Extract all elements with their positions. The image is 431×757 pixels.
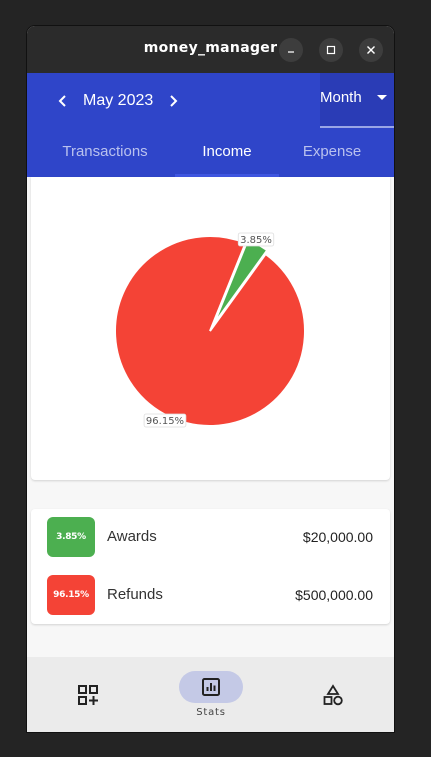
maximize-button[interactable] — [319, 38, 343, 62]
caret-down-icon — [377, 95, 387, 100]
legend-row-awards[interactable]: 3.85% Awards $20,000.00 — [31, 517, 390, 557]
pie-slice-refunds[interactable] — [114, 235, 306, 427]
title-bar: money_manager — [27, 26, 394, 73]
close-button[interactable] — [359, 38, 383, 62]
app-bar: May 2023 Month Transactions Income Expen… — [27, 73, 394, 177]
nav-item-categories[interactable] — [67, 657, 109, 732]
percent-badge: 3.85% — [47, 517, 95, 557]
pie-chart-card: 3.85% 96.15% — [31, 177, 390, 480]
nav-item-shapes[interactable] — [312, 657, 354, 732]
current-month: May 2023 — [83, 92, 154, 109]
maximize-icon — [326, 45, 336, 55]
nav-label-stats: Stats — [196, 707, 226, 718]
period-dropdown[interactable]: Month — [320, 73, 394, 128]
minimize-icon — [288, 51, 294, 53]
percent-badge: 96.15% — [47, 575, 95, 615]
tab-label: Income — [202, 143, 252, 160]
tab-income[interactable]: Income — [175, 133, 279, 177]
pie-label-awards: 3.85% — [237, 232, 275, 247]
tab-label: Expense — [302, 143, 362, 160]
pie-label-refunds: 96.15% — [143, 413, 187, 428]
month-navigator: May 2023 — [55, 88, 181, 114]
chevron-right-icon[interactable] — [165, 93, 181, 109]
category-name: Awards — [107, 528, 157, 545]
tab-transactions[interactable]: Transactions — [45, 133, 165, 177]
category-legend: 3.85% Awards $20,000.00 96.15% Refunds $… — [31, 509, 390, 624]
tab-expense[interactable]: Expense — [289, 133, 375, 177]
nav-item-stats[interactable] — [179, 671, 243, 703]
bottom-navigation: Stats — [27, 657, 394, 732]
category-amount: $20,000.00 — [302, 529, 373, 545]
tab-bar: Transactions Income Expense — [27, 133, 394, 177]
pie-chart: 3.85% 96.15% — [114, 232, 306, 428]
app-window: money_manager May 2023 Month Transaction… — [27, 26, 394, 732]
category-add-icon — [78, 685, 98, 705]
minimize-button[interactable] — [279, 38, 303, 62]
legend-row-refunds[interactable]: 96.15% Refunds $500,000.00 — [31, 575, 390, 615]
shapes-icon — [323, 684, 343, 706]
category-amount: $500,000.00 — [295, 587, 373, 603]
svg-text:3.85%: 3.85% — [240, 235, 272, 246]
period-value: Month — [320, 89, 362, 106]
category-name: Refunds — [107, 586, 163, 603]
svg-text:96.15%: 96.15% — [146, 416, 184, 427]
stats-icon — [202, 678, 220, 696]
tab-label: Transactions — [62, 143, 148, 160]
close-icon — [367, 46, 375, 54]
chevron-left-icon[interactable] — [55, 93, 71, 109]
